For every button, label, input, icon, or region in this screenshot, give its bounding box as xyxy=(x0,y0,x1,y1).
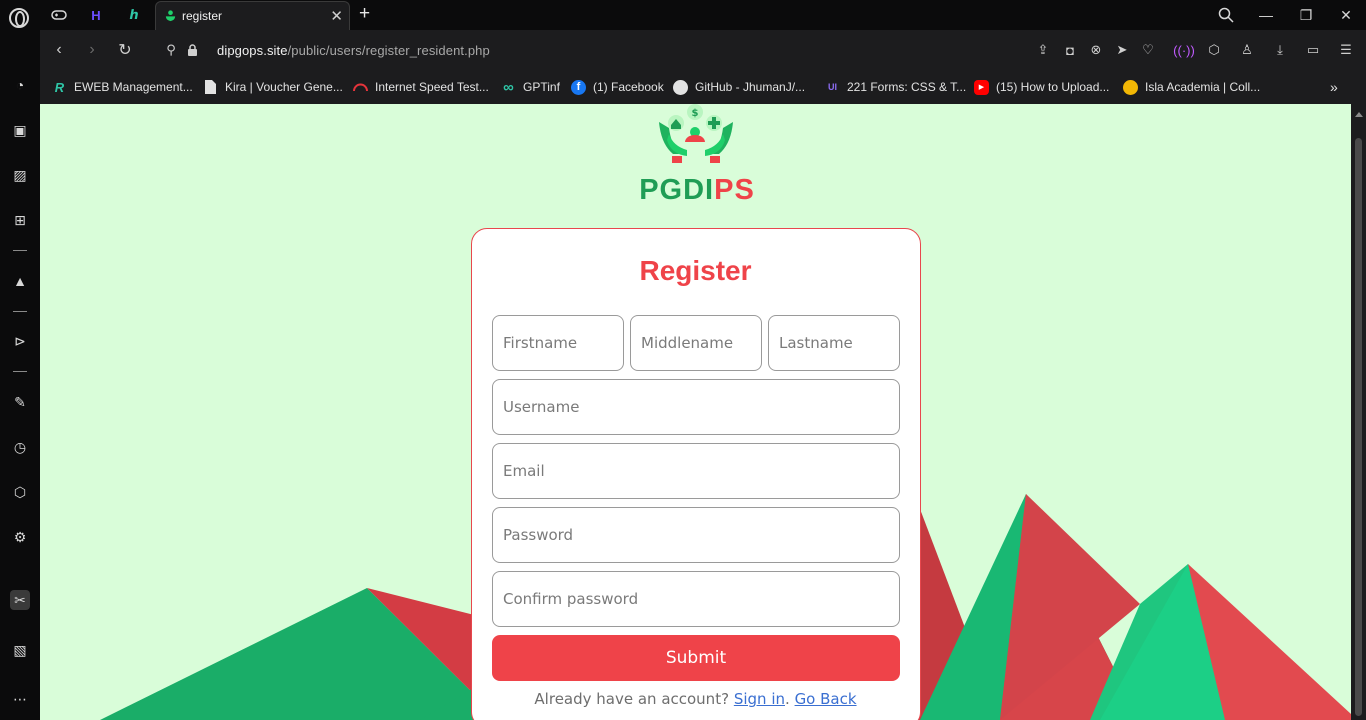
password-input[interactable] xyxy=(503,526,889,544)
url-field[interactable]: dipgops.site/public/users/register_resid… xyxy=(217,43,490,58)
page-scrollbar[interactable] xyxy=(1351,104,1366,720)
lastname-field[interactable] xyxy=(768,315,900,371)
sidebar-divider xyxy=(13,371,27,372)
confirm-password-input[interactable] xyxy=(503,590,889,608)
signin-prompt: Already have an account? Sign in. Go Bac… xyxy=(534,690,857,708)
sidebar-divider xyxy=(13,250,27,251)
username-input[interactable] xyxy=(503,398,889,416)
submit-button[interactable]: Submit xyxy=(492,635,900,681)
minimize-icon[interactable]: — xyxy=(1256,5,1276,25)
facebook-icon: f xyxy=(571,79,586,95)
snapshot-icon[interactable]: ◘ xyxy=(1061,41,1079,59)
search-tabs-icon[interactable] xyxy=(1216,5,1236,25)
speedometer-icon xyxy=(353,80,368,95)
pinboard-icon[interactable]: ✎ xyxy=(10,392,30,412)
brand-name: PGDIPS xyxy=(639,174,755,206)
close-window-icon[interactable]: ✕ xyxy=(1336,5,1356,25)
workspace-icon[interactable]: ▣ xyxy=(10,120,30,140)
r-logo-icon: R xyxy=(54,79,65,95)
send-icon[interactable]: ➤ xyxy=(1113,41,1131,59)
academia-icon xyxy=(1123,79,1138,95)
address-bar: ‹ › ↻ ⚲ dipgops.site/public/users/regist… xyxy=(40,30,1366,71)
infinity-icon: ∞ xyxy=(503,78,514,96)
settings-icon[interactable]: ⚙ xyxy=(10,527,30,547)
aria-icon[interactable]: ▲ xyxy=(10,271,30,291)
reload-icon[interactable]: ↻ xyxy=(115,40,135,60)
firstname-input[interactable] xyxy=(503,334,613,352)
register-card: Register Submit Already have an account?… xyxy=(471,228,921,720)
tab-register[interactable]: register ✕ xyxy=(155,1,350,30)
share-icon[interactable]: ⇪ xyxy=(1034,41,1052,59)
confirm-password-field[interactable] xyxy=(492,571,900,627)
download-icon[interactable]: ⤓ xyxy=(1271,41,1289,59)
go-back-link[interactable]: Go Back xyxy=(795,690,857,708)
document-icon xyxy=(203,80,218,95)
close-tab-icon[interactable]: ✕ xyxy=(330,7,343,25)
wallpaper-icon[interactable]: ▧ xyxy=(10,640,30,660)
bookmark-item[interactable]: R EWEB Management... xyxy=(52,77,193,97)
tools-icon[interactable]: ✂ xyxy=(10,590,30,610)
heart-icon[interactable]: ♡ xyxy=(1139,41,1157,59)
firstname-field[interactable] xyxy=(492,315,624,371)
h-logo-tab-icon[interactable]: H xyxy=(86,5,106,25)
bookmark-item[interactable]: Isla Academia | Coll... xyxy=(1123,77,1260,97)
bookmark-item[interactable]: Kira | Voucher Gene... xyxy=(203,77,343,97)
cube-icon[interactable]: ⬡ xyxy=(1205,41,1223,59)
player-icon[interactable]: ⊳ xyxy=(10,331,30,351)
restore-icon[interactable]: ❐ xyxy=(1296,5,1316,25)
extensions-icon[interactable]: ⬡ xyxy=(10,482,30,502)
more-bookmarks-icon[interactable]: » xyxy=(1330,77,1338,97)
username-field[interactable] xyxy=(492,379,900,435)
bookmark-item[interactable]: ▶ (15) How to Upload... xyxy=(974,77,1109,97)
adblock-icon[interactable]: ⊗ xyxy=(1087,41,1105,59)
bookmark-item[interactable]: Internet Speed Test... xyxy=(353,77,489,97)
twitch-icon[interactable]: ▨ xyxy=(10,165,30,185)
opera-menu-icon[interactable] xyxy=(9,8,29,28)
pgdips-favicon-icon xyxy=(165,10,176,22)
form-title: Register xyxy=(639,255,752,286)
browser-window: H ℎ register ✕ + — ❐ ✕ ‹ › ↻ ⚲ dipgops.s… xyxy=(0,0,1366,720)
github-icon xyxy=(673,79,688,95)
sidebar: ◔ ▣ ▨ ⊞ ▲ ⊳ ✎ ◷ ⬡ ⚙ ✂ ▧ ⋯ xyxy=(0,30,40,720)
scroll-up-icon[interactable] xyxy=(1355,112,1363,117)
middlename-input[interactable] xyxy=(641,334,751,352)
pgdips-logo-icon: $ xyxy=(659,104,733,163)
sidebar-divider xyxy=(13,311,27,312)
lock-icon[interactable] xyxy=(182,40,202,60)
svg-text:$: $ xyxy=(692,108,699,119)
site-search-icon[interactable]: ⚲ xyxy=(161,40,181,60)
sign-in-link[interactable]: Sign in xyxy=(734,690,785,708)
bookmarks-bar: R EWEB Management... Kira | Voucher Gene.… xyxy=(40,71,1366,104)
bookmark-item[interactable]: ∞ GPTinf xyxy=(501,77,560,97)
page-viewport: $ PGDIPS Register Submit xyxy=(40,104,1351,720)
hp-logo-tab-icon[interactable]: ℎ xyxy=(124,5,144,25)
lastname-input[interactable] xyxy=(779,334,889,352)
bookmark-item[interactable]: f (1) Facebook xyxy=(571,77,664,97)
bookmark-item[interactable]: GitHub - JhumanJ/... xyxy=(673,77,805,97)
profile-icon[interactable]: ♙ xyxy=(1238,41,1256,59)
nfts-icon[interactable]: ⊞ xyxy=(10,210,30,230)
password-field[interactable] xyxy=(492,507,900,563)
new-tab-icon[interactable]: + xyxy=(359,3,370,25)
forward-icon[interactable]: › xyxy=(82,40,102,60)
ui-logo-icon: UI xyxy=(828,82,837,92)
email-field[interactable] xyxy=(492,443,900,499)
scrollbar-thumb[interactable] xyxy=(1355,138,1362,716)
youtube-icon: ▶ xyxy=(974,79,989,95)
email-input[interactable] xyxy=(503,462,889,480)
bookmark-item[interactable]: UI 221 Forms: CSS & T... xyxy=(825,77,966,97)
radio-icon[interactable]: ((·)) xyxy=(1173,41,1195,59)
history-icon[interactable]: ◷ xyxy=(10,437,30,457)
battery-saver-icon[interactable]: ▭ xyxy=(1304,41,1322,59)
tab-title: register xyxy=(182,9,223,23)
tab-strip: H ℎ register ✕ + — ❐ ✕ xyxy=(0,0,1366,30)
easy-setup-icon[interactable]: ☰ xyxy=(1337,41,1355,59)
middlename-field[interactable] xyxy=(630,315,762,371)
back-icon[interactable]: ‹ xyxy=(49,40,69,60)
more-icon[interactable]: ⋯ xyxy=(10,689,30,709)
speed-dial-icon[interactable]: ◔ xyxy=(10,75,30,95)
gamepad-icon[interactable] xyxy=(49,5,69,25)
